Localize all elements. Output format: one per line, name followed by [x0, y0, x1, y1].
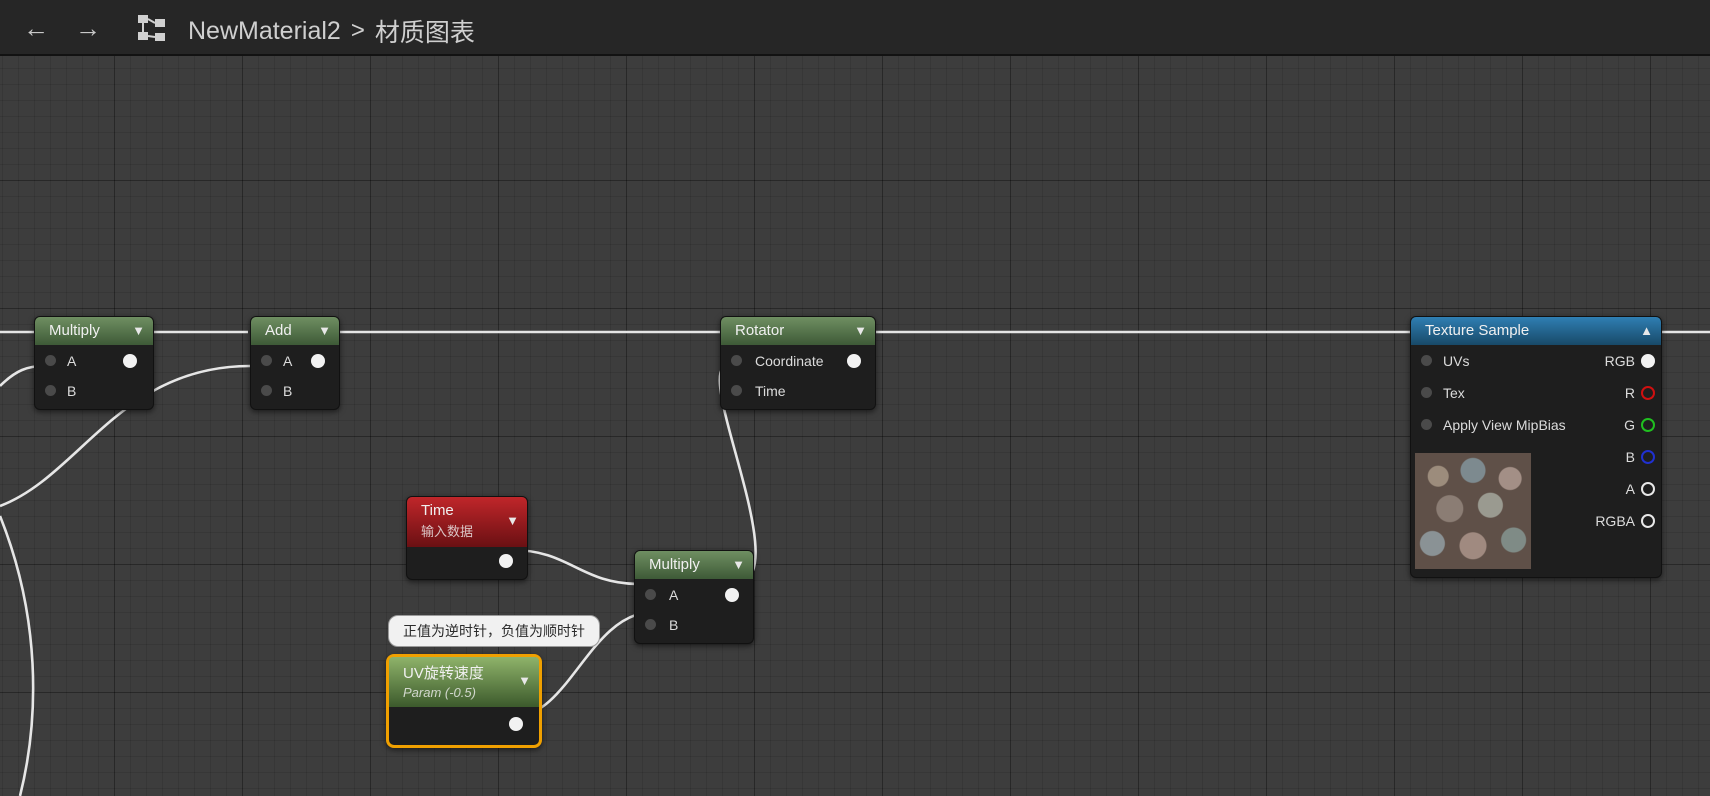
- pin-uvs-label: UVs: [1443, 353, 1470, 369]
- node-title: Texture Sample: [1425, 322, 1530, 339]
- wire-left-down: [0, 515, 35, 796]
- breadcrumb: NewMaterial2 > 材质图表: [188, 13, 475, 49]
- node-title: Rotator: [735, 322, 785, 339]
- output-pin[interactable]: [311, 354, 325, 368]
- output-pin[interactable]: [123, 354, 137, 368]
- uv-rotation-speed-param-node[interactable]: UV旋转速度 Param (-0.5) ▼: [386, 654, 542, 748]
- pin-b-label: B: [1625, 449, 1635, 465]
- rotator-node[interactable]: Rotator ▼ Coordinate Time: [720, 316, 876, 410]
- pin-tex-label: Tex: [1443, 385, 1465, 401]
- chevron-down-icon[interactable]: ▼: [506, 507, 519, 535]
- node-title: Time: [421, 502, 454, 519]
- pin-tex-input[interactable]: [1421, 387, 1432, 398]
- node-header: Add ▼: [251, 317, 339, 345]
- pin-b-label: B: [67, 383, 77, 399]
- pin-rgb-label: RGB: [1604, 353, 1635, 369]
- output-pin[interactable]: [847, 354, 861, 368]
- pin-rgba-output[interactable]: [1641, 514, 1655, 528]
- pin-b-input[interactable]: [261, 385, 272, 396]
- chevron-down-icon[interactable]: ▼: [732, 551, 745, 579]
- time-node[interactable]: Time 输入数据 ▼: [406, 496, 528, 580]
- node-header: Texture Sample ▲: [1411, 317, 1661, 345]
- material-graph-icon: [132, 8, 172, 48]
- node-header: Rotator ▼: [721, 317, 875, 345]
- add-node[interactable]: Add ▼ A B: [250, 316, 340, 410]
- pin-coordinate-input[interactable]: [731, 355, 742, 366]
- node-header: Time 输入数据 ▼: [407, 497, 527, 547]
- pin-g-label: G: [1624, 417, 1635, 433]
- node-title: UV旋转速度: [403, 665, 484, 682]
- pin-b-label: B: [283, 383, 293, 399]
- pin-mipbias-input[interactable]: [1421, 419, 1432, 430]
- pin-a-label: A: [669, 587, 679, 603]
- multiply-node-2[interactable]: Multiply ▼ A B: [634, 550, 754, 644]
- pin-a-label: A: [283, 353, 293, 369]
- output-pin[interactable]: [725, 588, 739, 602]
- chevron-up-icon[interactable]: ▲: [1640, 317, 1653, 345]
- pin-coordinate-label: Coordinate: [755, 353, 824, 369]
- node-title: Add: [265, 322, 292, 339]
- pin-a-label: A: [67, 353, 77, 369]
- chevron-down-icon[interactable]: ▼: [854, 317, 867, 345]
- pin-a-input[interactable]: [645, 589, 656, 600]
- pin-a-output[interactable]: [1641, 482, 1655, 496]
- pin-b-label: B: [669, 617, 679, 633]
- texture-preview-thumbnail: [1415, 453, 1531, 569]
- node-title: Multiply: [649, 556, 700, 573]
- node-header: Multiply ▼: [35, 317, 153, 345]
- texture-sample-node[interactable]: Texture Sample ▲ UVs Tex Apply View MipB…: [1410, 316, 1662, 578]
- wire-time-multiply2: [511, 548, 641, 586]
- pin-b-output[interactable]: [1641, 450, 1655, 464]
- output-pin[interactable]: [499, 554, 513, 568]
- pin-rgb-output[interactable]: [1641, 354, 1655, 368]
- toolbar: ← → NewMaterial2 > 材质图表: [0, 0, 1710, 56]
- pin-r-label: R: [1624, 385, 1635, 401]
- pin-uvs-input[interactable]: [1421, 355, 1432, 366]
- pin-tooltip: 正值为逆时针，负值为顺时针: [388, 615, 600, 647]
- pin-a-input[interactable]: [45, 355, 56, 366]
- multiply-node-1[interactable]: Multiply ▼ A B: [34, 316, 154, 410]
- pin-rgba-label: RGBA: [1595, 513, 1635, 529]
- pin-b-input[interactable]: [645, 619, 656, 630]
- chevron-down-icon[interactable]: ▼: [318, 317, 331, 345]
- chevron-down-icon[interactable]: ▼: [132, 317, 145, 345]
- arrow-right-icon[interactable]: →: [68, 8, 108, 48]
- pin-mipbias-label: Apply View MipBias: [1443, 417, 1566, 433]
- pin-a-label: A: [1625, 481, 1635, 497]
- breadcrumb-asset[interactable]: NewMaterial2: [188, 17, 341, 46]
- pin-g-output[interactable]: [1641, 418, 1655, 432]
- breadcrumb-page: 材质图表: [374, 19, 475, 47]
- pin-a-input[interactable]: [261, 355, 272, 366]
- chevron-down-icon[interactable]: ▼: [518, 667, 531, 695]
- node-header: UV旋转速度 Param (-0.5) ▼: [389, 657, 539, 707]
- pin-time-label: Time: [755, 383, 786, 399]
- node-title: Multiply: [49, 322, 100, 339]
- output-pin[interactable]: [509, 717, 523, 731]
- pin-b-input[interactable]: [45, 385, 56, 396]
- breadcrumb-separator: >: [350, 17, 365, 44]
- arrow-left-icon[interactable]: ←: [16, 8, 56, 48]
- node-header: Multiply ▼: [635, 551, 753, 579]
- pin-r-output[interactable]: [1641, 386, 1655, 400]
- material-graph-canvas[interactable]: Multiply ▼ A B Add ▼ A B Rotator ▼ Coord…: [0, 56, 1710, 796]
- pin-time-input[interactable]: [731, 385, 742, 396]
